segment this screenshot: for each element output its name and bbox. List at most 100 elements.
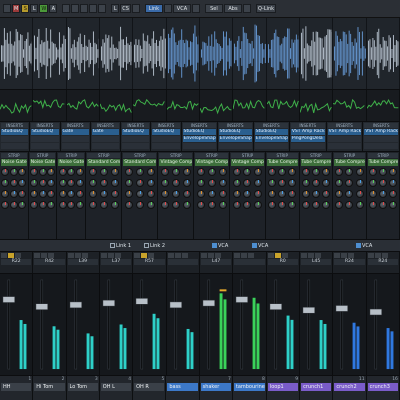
channel-label[interactable]: crunch1: [300, 376, 334, 400]
channel-label[interactable]: 5 OH R: [133, 376, 167, 400]
toolbar-button-6[interactable]: [62, 4, 71, 13]
inserts-header[interactable]: INSERTS: [254, 123, 288, 128]
knob-icon[interactable]: [47, 201, 56, 209]
insert-slot[interactable]: [91, 136, 120, 142]
insert-slot[interactable]: [122, 136, 150, 142]
insert-slot[interactable]: VST Amp Rack: [290, 129, 325, 135]
insert-slot[interactable]: StudioEQ: [182, 129, 216, 135]
knob-icon[interactable]: [254, 179, 263, 187]
channel-name[interactable]: crunch1: [301, 383, 332, 391]
waveform-lane[interactable]: [100, 18, 134, 89]
waveform-lane[interactable]: [33, 18, 67, 89]
insert-slot[interactable]: [31, 136, 59, 142]
knob-icon[interactable]: [29, 201, 38, 209]
mute-button[interactable]: [134, 253, 141, 258]
knob-icon[interactable]: [38, 201, 47, 209]
knob-icon[interactable]: [160, 168, 169, 176]
knob-icon[interactable]: [232, 168, 241, 176]
mute-button[interactable]: [234, 253, 241, 258]
strip-header[interactable]: STRIP: [195, 153, 229, 158]
read-button[interactable]: [15, 253, 21, 258]
insert-slot[interactable]: StudioEQ: [152, 129, 180, 135]
knob-icon[interactable]: [47, 179, 56, 187]
knob-icon[interactable]: [207, 168, 216, 176]
knob-icon[interactable]: [1, 201, 10, 209]
knob-icon[interactable]: [58, 168, 67, 176]
channel-label[interactable]: 11 crunch2: [333, 376, 367, 400]
solo-button[interactable]: [141, 253, 148, 258]
knob-icon[interactable]: [301, 190, 310, 198]
knob-icon[interactable]: [355, 201, 364, 209]
mute-button[interactable]: [267, 253, 274, 258]
channel-name[interactable]: loop1: [267, 383, 299, 391]
knob-icon[interactable]: [38, 190, 47, 198]
knob-icon[interactable]: [196, 201, 205, 209]
knob-icon[interactable]: [58, 179, 67, 187]
pan-readout[interactable]: L39: [67, 259, 98, 265]
channel-label[interactable]: 8 tambourine: [233, 376, 267, 400]
knob-icon[interactable]: [254, 168, 263, 176]
insert-slot[interactable]: Gate: [91, 129, 120, 135]
knob-icon[interactable]: [288, 190, 297, 198]
knob-icon[interactable]: [311, 190, 320, 198]
fader-handle[interactable]: [136, 298, 149, 305]
knob-icon[interactable]: [99, 179, 108, 187]
toolbar-button-4[interactable]: W: [39, 4, 49, 13]
knob-icon[interactable]: [18, 179, 27, 187]
read-button[interactable]: [281, 253, 288, 258]
knob-icon[interactable]: [322, 190, 331, 198]
knob-icon[interactable]: [335, 179, 344, 187]
channel-name[interactable]: Hi Tom: [34, 383, 65, 391]
strip-header[interactable]: STRIP: [334, 153, 365, 158]
knob-icon[interactable]: [171, 190, 180, 198]
knob-icon[interactable]: [146, 190, 155, 198]
knob-icon[interactable]: [322, 179, 331, 187]
knob-icon[interactable]: [278, 179, 287, 187]
insert-slot[interactable]: [218, 143, 252, 149]
insert-slot[interactable]: VST Amp Rack: [364, 129, 399, 135]
insert-slot[interactable]: StudioEQ: [218, 129, 252, 135]
strip-module[interactable]: Tube Compre: [334, 159, 365, 166]
waveform-lane[interactable]: [200, 18, 234, 89]
waveform-lane[interactable]: [267, 18, 300, 89]
strip-header[interactable]: STRIP: [1, 153, 27, 158]
insert-slot[interactable]: EnvelopeShap: [182, 136, 216, 142]
toolbar-button-9[interactable]: [89, 4, 98, 13]
channel-label[interactable]: 16 crunch3: [367, 376, 400, 400]
strip-module[interactable]: Noise Gate: [58, 159, 85, 166]
insert-slot[interactable]: [290, 143, 325, 149]
channel-name[interactable]: shaker: [200, 383, 231, 391]
knob-icon[interactable]: [75, 168, 84, 176]
insert-slot[interactable]: [61, 143, 89, 149]
knob-icon[interactable]: [99, 190, 108, 198]
knob-icon[interactable]: [47, 168, 56, 176]
toolbar-button-18[interactable]: Sel: [204, 4, 223, 13]
knob-icon[interactable]: [99, 201, 108, 209]
knob-icon[interactable]: [267, 179, 276, 187]
knob-icon[interactable]: [311, 179, 320, 187]
insert-slot[interactable]: [61, 136, 89, 142]
strip-header[interactable]: STRIP: [58, 153, 85, 158]
knob-icon[interactable]: [9, 201, 18, 209]
channel-label[interactable]: 7 shaker: [200, 376, 233, 400]
knob-icon[interactable]: [67, 201, 76, 209]
strip-module[interactable]: Vintage Comp: [195, 159, 229, 166]
knob-icon[interactable]: [345, 168, 354, 176]
channel-label[interactable]: 2 Hi Tom: [33, 376, 67, 400]
knob-icon[interactable]: [38, 168, 47, 176]
insert-slot[interactable]: [364, 136, 399, 142]
inserts-header[interactable]: INSERTS: [1, 123, 29, 128]
knob-icon[interactable]: [379, 190, 388, 198]
insert-slot[interactable]: PingPongDela: [290, 136, 325, 142]
knob-icon[interactable]: [379, 201, 388, 209]
strip-module[interactable]: Noise Gate: [1, 159, 27, 166]
fader-handle[interactable]: [235, 296, 249, 303]
waveform-lane[interactable]: [367, 18, 400, 89]
inserts-header[interactable]: INSERTS: [327, 123, 362, 128]
toolbar-button-19[interactable]: Abs: [223, 4, 242, 13]
knob-icon[interactable]: [9, 168, 18, 176]
mute-button[interactable]: [1, 253, 7, 258]
knob-icon[interactable]: [58, 190, 67, 198]
toolbar-button-15[interactable]: [163, 4, 172, 13]
channel-name[interactable]: HH: [1, 383, 32, 391]
